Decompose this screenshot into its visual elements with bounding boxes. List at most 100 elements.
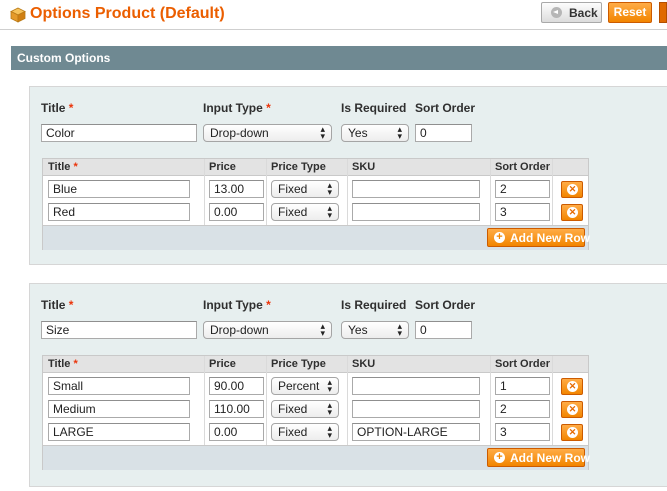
value-sku-input[interactable] xyxy=(352,180,480,198)
add-new-row-button[interactable]: + Add New Row xyxy=(487,228,590,247)
value-title-input[interactable]: Red xyxy=(48,203,190,221)
value-sku-input[interactable] xyxy=(352,400,480,418)
value-sort-order-input[interactable]: 3 xyxy=(495,423,550,441)
grid-divider xyxy=(347,159,348,225)
option-sort-order-input[interactable]: 0 xyxy=(415,321,472,339)
value-title-input[interactable]: Blue xyxy=(48,180,190,198)
is-required-select[interactable]: Yes ▴ ▾ xyxy=(341,321,409,339)
grid-divider xyxy=(266,356,267,445)
is-required-select[interactable]: Yes ▴ ▾ xyxy=(341,124,409,142)
value-sku-input[interactable] xyxy=(352,203,480,221)
option-sort-order-input[interactable]: 0 xyxy=(415,124,472,142)
select-arrows-icon: ▴ ▾ xyxy=(327,203,332,220)
value-sort-order-input[interactable]: 3 xyxy=(495,203,550,221)
delete-row-button[interactable]: ✕ xyxy=(561,424,583,441)
value-price-type-select[interactable]: Fixed ▴ ▾ xyxy=(271,180,339,198)
grid-price-type-header: Price Type xyxy=(271,161,326,173)
select-arrows-icon: ▴ ▾ xyxy=(397,321,402,338)
select-arrows-icon: ▴ ▾ xyxy=(320,124,325,141)
delete-row-button[interactable]: ✕ xyxy=(561,401,583,418)
grid-divider xyxy=(347,356,348,445)
value-sort-order-input[interactable]: 2 xyxy=(495,180,550,198)
value-price-input[interactable]: 110.00 xyxy=(209,400,264,418)
delete-row-button[interactable]: ✕ xyxy=(561,204,583,221)
delete-icon: ✕ xyxy=(567,184,578,195)
value-price-input[interactable]: 0.00 xyxy=(209,423,264,441)
grid-divider xyxy=(490,159,491,225)
option-title-input[interactable]: Color xyxy=(41,124,197,142)
is-required-value: Yes xyxy=(348,323,368,337)
value-title-input[interactable]: LARGE xyxy=(48,423,190,441)
grid-divider xyxy=(552,159,553,225)
grid-divider xyxy=(490,356,491,445)
value-sku-input[interactable]: OPTION-LARGE xyxy=(352,423,480,441)
value-price-type-select[interactable]: Fixed ▴ ▾ xyxy=(271,423,339,441)
input-type-label: Input Type * xyxy=(203,101,271,115)
value-title-input[interactable]: Medium xyxy=(48,400,190,418)
input-type-value: Drop-down xyxy=(210,323,269,337)
delete-icon: ✕ xyxy=(567,207,578,218)
grid-title-header: Title * xyxy=(48,358,78,370)
input-type-select[interactable]: Drop-down ▴ ▾ xyxy=(203,321,332,339)
value-price-type-select[interactable]: Fixed ▴ ▾ xyxy=(271,203,339,221)
values-grid: Title * Price Price Type SKU Sort Order … xyxy=(42,158,590,250)
select-arrows-icon: ▴ ▾ xyxy=(327,423,332,440)
grid-divider xyxy=(552,356,553,445)
input-type-select[interactable]: Drop-down ▴ ▾ xyxy=(203,124,332,142)
add-new-row-button[interactable]: + Add New Row xyxy=(487,448,590,467)
delete-icon: ✕ xyxy=(567,381,578,392)
value-price-type-select[interactable]: Percent ▴ ▾ xyxy=(271,377,339,395)
grid-footer: + Add New Row xyxy=(43,445,590,470)
price-type-value: Fixed xyxy=(278,402,308,416)
input-type-label: Input Type * xyxy=(203,298,271,312)
value-price-input[interactable]: 13.00 xyxy=(209,180,264,198)
grid-divider xyxy=(204,356,205,445)
back-button-label: Back xyxy=(569,6,598,20)
price-type-value: Fixed xyxy=(278,205,308,219)
is-required-value: Yes xyxy=(348,126,368,140)
required-mark: * xyxy=(73,161,78,173)
back-button[interactable]: Back xyxy=(541,2,602,23)
input-type-label-text: Input Type xyxy=(203,101,263,115)
values-grid: Title * Price Price Type SKU Sort Order … xyxy=(42,355,590,470)
required-mark: * xyxy=(68,101,74,115)
select-arrows-icon: ▴ ▾ xyxy=(327,180,332,197)
delete-row-button[interactable]: ✕ xyxy=(561,181,583,198)
select-arrows-icon: ▴ ▾ xyxy=(397,124,402,141)
value-sku-input[interactable] xyxy=(352,377,480,395)
grid-footer: + Add New Row xyxy=(43,225,590,250)
add-new-row-label: Add New Row xyxy=(510,231,590,245)
select-arrows-icon: ▴ ▾ xyxy=(327,400,332,417)
option-box-color: Title * Input Type * Is Required Sort Or… xyxy=(29,86,667,265)
option-title-input[interactable]: Size xyxy=(41,321,197,339)
page-title: Options Product (Default) xyxy=(30,5,225,22)
value-price-input[interactable]: 90.00 xyxy=(209,377,264,395)
plus-icon: + xyxy=(494,232,505,243)
next-button-edge[interactable] xyxy=(659,2,667,23)
reset-button[interactable]: Reset xyxy=(608,2,652,23)
price-type-value: Fixed xyxy=(278,182,308,196)
value-sort-order-input[interactable]: 1 xyxy=(495,377,550,395)
value-price-type-select[interactable]: Fixed ▴ ▾ xyxy=(271,400,339,418)
value-sort-order-input[interactable]: 2 xyxy=(495,400,550,418)
grid-title-header-text: Title xyxy=(48,358,71,370)
value-title-input[interactable]: Small xyxy=(48,377,190,395)
option-title-label-text: Title xyxy=(41,101,66,115)
price-type-value: Fixed xyxy=(278,425,308,439)
grid-sort-order-header: Sort Order xyxy=(495,161,551,173)
header-divider xyxy=(0,29,667,30)
grid-price-header: Price xyxy=(209,358,236,370)
is-required-label: Is Required xyxy=(341,101,407,115)
delete-row-button[interactable]: ✕ xyxy=(561,378,583,395)
grid-header: Title * Price Price Type SKU Sort Order xyxy=(43,356,588,373)
grid-price-type-header: Price Type xyxy=(271,358,326,370)
grid-title-header: Title * xyxy=(48,161,78,173)
value-price-input[interactable]: 0.00 xyxy=(209,203,264,221)
sort-order-label: Sort Order xyxy=(415,298,476,312)
back-arrow-icon xyxy=(551,7,562,18)
select-arrows-icon: ▴ ▾ xyxy=(327,377,332,394)
plus-icon: + xyxy=(494,452,505,463)
grid-title-header-text: Title xyxy=(48,161,71,173)
grid-sku-header: SKU xyxy=(352,161,376,173)
grid-sort-order-header: Sort Order xyxy=(495,358,551,370)
